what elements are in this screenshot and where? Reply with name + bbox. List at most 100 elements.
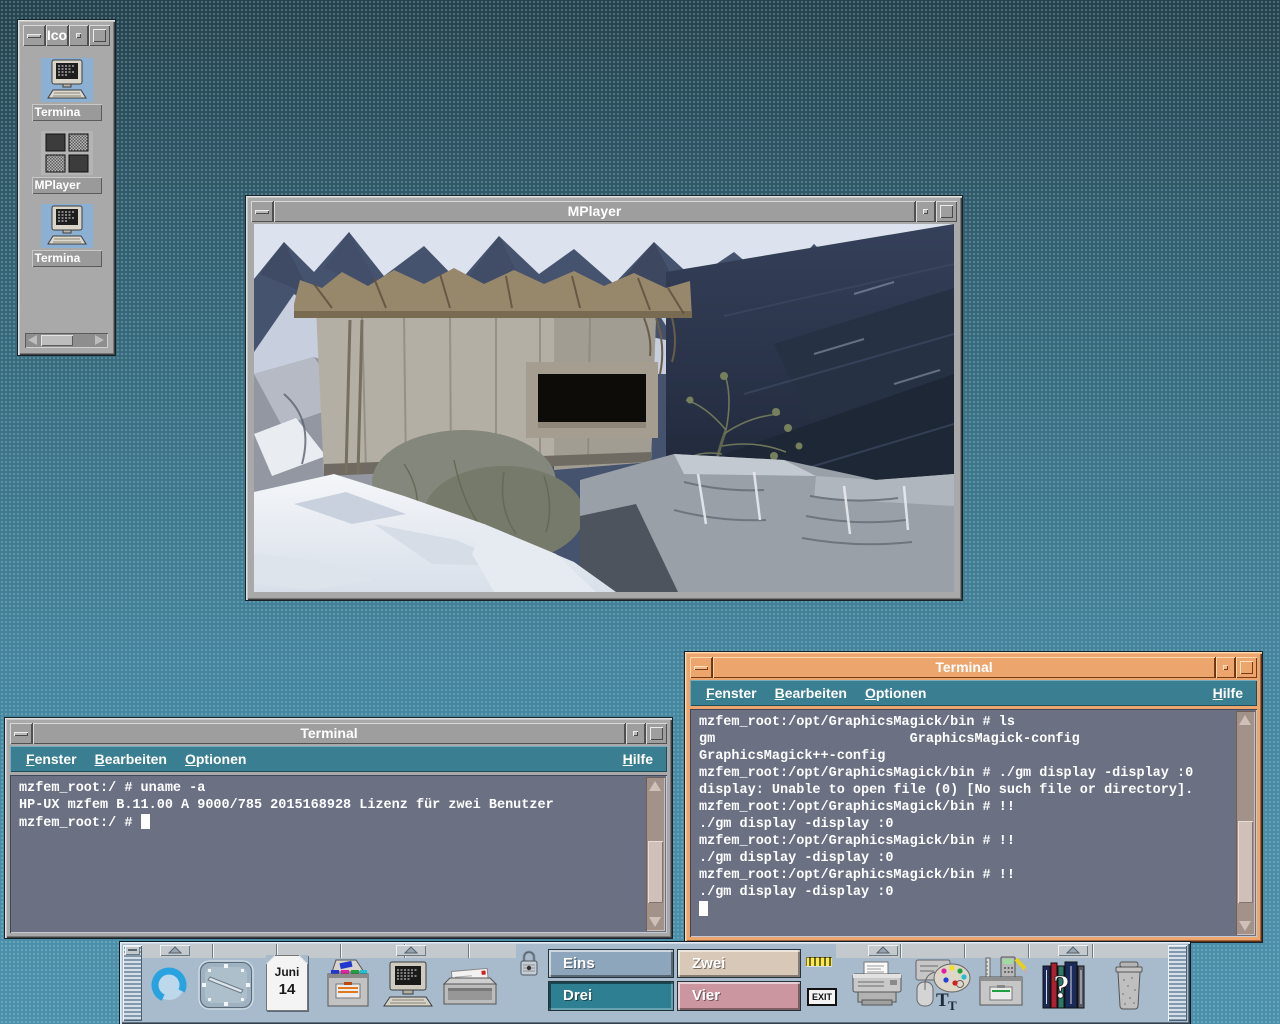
minimized-mplayer-icon-cell[interactable]: MPlayer bbox=[31, 131, 103, 194]
application-manager-button[interactable] bbox=[974, 955, 1028, 1011]
terminal-titlebar[interactable]: Terminal bbox=[690, 657, 1257, 678]
terminal-menubar: Fenster Bearbeiten Optionen Hilfe bbox=[10, 746, 667, 772]
panel-separator bbox=[468, 944, 470, 958]
window-menu-button[interactable] bbox=[10, 723, 32, 744]
menu-optionen[interactable]: Optionen bbox=[863, 684, 928, 702]
style-manager-icon: T T bbox=[910, 956, 972, 1012]
scroll-up-arrow[interactable] bbox=[1238, 713, 1253, 727]
terminal-line: display: Unable to open file (0) [No suc… bbox=[699, 782, 1229, 799]
clock-button[interactable] bbox=[198, 960, 254, 1010]
scroll-right-arrow[interactable] bbox=[93, 335, 106, 346]
padlock-icon bbox=[519, 949, 539, 977]
scroll-down-arrow[interactable] bbox=[648, 915, 663, 929]
trash-can-icon bbox=[1112, 960, 1146, 1010]
subpanel-strip-left bbox=[142, 944, 516, 958]
subpanel-arrow-printer[interactable] bbox=[868, 945, 898, 956]
terminal-vertical-scrollbar[interactable] bbox=[1236, 711, 1255, 935]
lock-button[interactable] bbox=[519, 949, 539, 977]
menu-fenster[interactable]: Fenster bbox=[704, 684, 759, 702]
activity-circle-icon bbox=[150, 966, 188, 1004]
icon-box-body: Termina MPl bbox=[23, 48, 110, 329]
menu-optionen[interactable]: Optionen bbox=[183, 750, 248, 768]
window-menu-button[interactable] bbox=[23, 25, 45, 46]
subpanel-arrow-terminal[interactable] bbox=[396, 945, 426, 956]
mplayer-titlebar[interactable]: MPlayer bbox=[251, 201, 957, 222]
mail-button[interactable] bbox=[442, 964, 498, 1008]
maximize-button[interactable] bbox=[936, 201, 957, 222]
scrollbar-thumb[interactable] bbox=[41, 335, 73, 346]
terminal-vertical-scrollbar[interactable] bbox=[646, 777, 665, 931]
terminal-window-right: Terminal Fenster Bearbeiten Optionen Hil… bbox=[685, 652, 1262, 942]
up-triangle-icon bbox=[1066, 946, 1080, 954]
window-menu-button[interactable] bbox=[251, 201, 273, 222]
terminal-line: ./gm display -display :0 bbox=[699, 850, 1229, 867]
terminal-title[interactable]: Terminal bbox=[713, 657, 1215, 678]
trash-button[interactable] bbox=[1112, 960, 1146, 1010]
style-manager-button[interactable]: T T bbox=[910, 956, 972, 1012]
mplayer-window: MPlayer bbox=[246, 196, 962, 600]
terminal-line bbox=[699, 901, 1229, 919]
workspace-button-eins[interactable]: Eins bbox=[549, 950, 673, 977]
subpanel-arrow-help[interactable] bbox=[1058, 945, 1088, 956]
terminal-window-left: Terminal Fenster Bearbeiten Optionen Hil… bbox=[5, 718, 672, 938]
terminal-button[interactable] bbox=[382, 960, 434, 1010]
icon-label: Termina bbox=[32, 250, 102, 267]
menu-hilfe[interactable]: Hilfe bbox=[1211, 684, 1245, 702]
icon-box-horizontal-scrollbar[interactable] bbox=[25, 333, 108, 348]
icon-box-titlebar[interactable]: Ico bbox=[23, 25, 110, 46]
menu-fenster[interactable]: Fenster bbox=[24, 750, 79, 768]
maximize-button[interactable] bbox=[89, 25, 110, 46]
help-button[interactable]: ? bbox=[1040, 958, 1088, 1012]
terminal-titlebar[interactable]: Terminal bbox=[10, 723, 667, 744]
terminal-text[interactable]: mzfem_root:/ # uname -aHP-UX mzfem B.11.… bbox=[12, 777, 646, 931]
exit-button[interactable]: EXIT bbox=[807, 988, 837, 1006]
terminal-line: mzfem_root:/ # bbox=[19, 814, 639, 832]
minimize-button[interactable] bbox=[69, 25, 88, 46]
activity-indicator-button[interactable] bbox=[150, 966, 188, 1004]
panel-right-grip[interactable] bbox=[1168, 945, 1187, 1021]
maximize-button[interactable] bbox=[646, 723, 667, 744]
mplayer-icon bbox=[41, 131, 93, 175]
up-triangle-icon bbox=[404, 946, 418, 954]
up-triangle-icon bbox=[876, 946, 890, 954]
minimized-terminal-icon-cell[interactable]: Termina bbox=[31, 204, 103, 267]
window-menu-button[interactable] bbox=[690, 657, 712, 678]
menu-bearbeiten[interactable]: Bearbeiten bbox=[93, 750, 169, 768]
terminal-output-area[interactable]: mzfem_root:/ # uname -aHP-UX mzfem B.11.… bbox=[10, 775, 667, 933]
scroll-up-arrow[interactable] bbox=[648, 779, 663, 793]
maximize-button[interactable] bbox=[1236, 657, 1257, 678]
style-letter-T-small: T bbox=[948, 998, 957, 1012]
minimized-terminal-icon-cell[interactable]: Termina bbox=[31, 58, 103, 121]
mail-tray-icon bbox=[442, 964, 498, 1008]
file-manager-button[interactable] bbox=[322, 958, 374, 1010]
scrollbar-thumb[interactable] bbox=[648, 841, 663, 903]
text-cursor bbox=[699, 901, 708, 916]
panel-minimize-button[interactable] bbox=[125, 946, 140, 955]
terminal-output-area[interactable]: mzfem_root:/opt/GraphicsMagick/bin # lsg… bbox=[690, 709, 1257, 937]
scrollbar-thumb[interactable] bbox=[1238, 821, 1253, 903]
workspace-label: Vier bbox=[692, 987, 720, 1004]
terminal-title[interactable]: Terminal bbox=[33, 723, 625, 744]
subpanel-arrow-clock[interactable] bbox=[160, 945, 190, 956]
terminal-line: HP-UX mzfem B.11.00 A 9000/785 201516892… bbox=[19, 797, 639, 814]
menu-bearbeiten[interactable]: Bearbeiten bbox=[773, 684, 849, 702]
terminal-line: ./gm display -display :0 bbox=[699, 816, 1229, 833]
mplayer-video-area bbox=[254, 224, 954, 592]
minimize-button[interactable] bbox=[626, 723, 645, 744]
scroll-left-arrow[interactable] bbox=[27, 335, 40, 346]
printer-button[interactable] bbox=[850, 960, 904, 1008]
panel-left-grip[interactable] bbox=[123, 945, 142, 1021]
workspace-button-vier[interactable]: Vier bbox=[678, 982, 800, 1010]
minimize-button[interactable] bbox=[1216, 657, 1235, 678]
terminal-text[interactable]: mzfem_root:/opt/GraphicsMagick/bin # lsg… bbox=[692, 711, 1236, 935]
workspace-button-zwei[interactable]: Zwei bbox=[678, 950, 800, 977]
minimize-button[interactable] bbox=[916, 201, 935, 222]
workspace-button-drei[interactable]: Drei bbox=[549, 982, 673, 1010]
icon-box-title[interactable]: Ico bbox=[46, 25, 68, 46]
scroll-down-arrow[interactable] bbox=[1238, 919, 1253, 933]
mplayer-title[interactable]: MPlayer bbox=[274, 201, 915, 222]
menu-hilfe[interactable]: Hilfe bbox=[621, 750, 655, 768]
panel-separator bbox=[212, 944, 214, 958]
calendar-button[interactable]: Juni 14 bbox=[266, 955, 308, 1011]
desktop-background: Ico bbox=[0, 0, 1280, 1024]
